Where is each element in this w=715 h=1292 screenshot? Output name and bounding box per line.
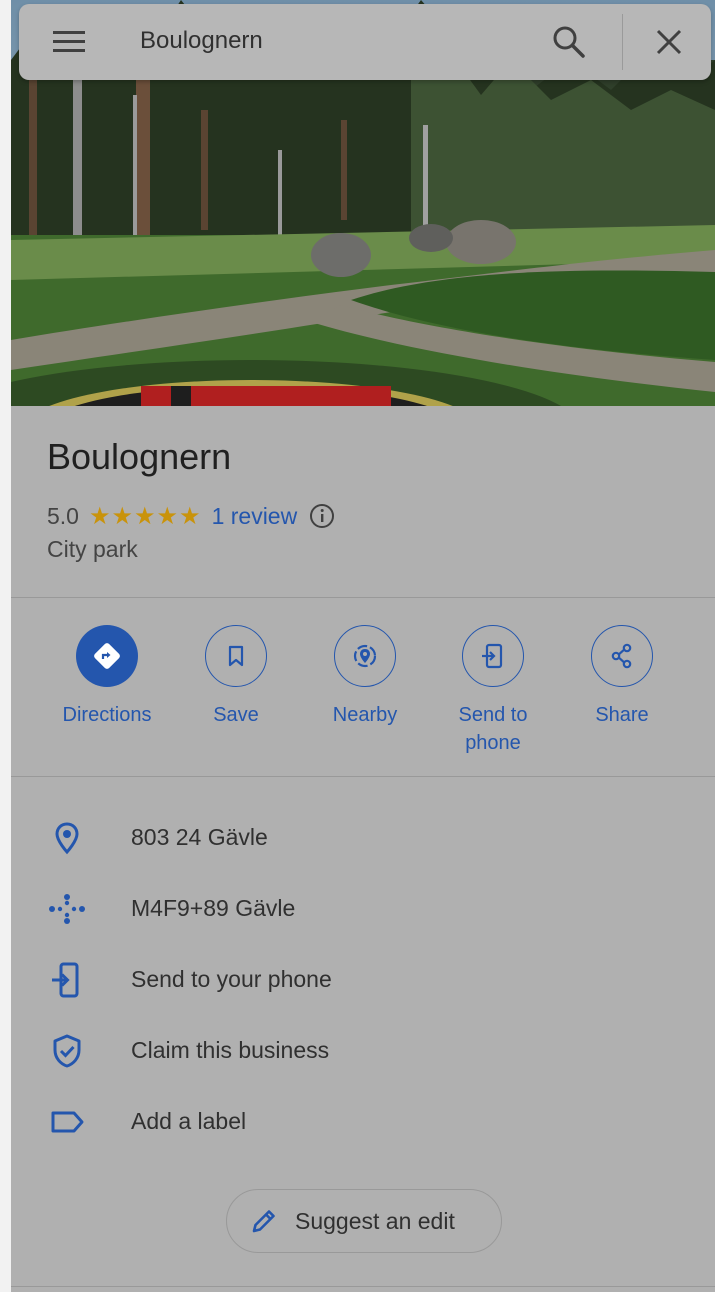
plus-code-text: M4F9+89 Gävle bbox=[131, 895, 296, 921]
address-row[interactable]: 803 24 Gävle bbox=[11, 808, 715, 868]
info-icon[interactable] bbox=[309, 503, 335, 529]
divider bbox=[11, 1286, 715, 1287]
place-panel: Boulognern Boulognern 5.0 ★★★★★ 1 review bbox=[11, 0, 715, 1292]
nearby-button[interactable]: Nearby bbox=[305, 625, 425, 729]
search-bar[interactable]: Boulognern bbox=[19, 4, 711, 80]
rating-value: 5.0 bbox=[47, 502, 79, 529]
share-icon bbox=[591, 625, 653, 687]
place-title: Boulognern bbox=[47, 436, 232, 477]
nearby-label: Nearby bbox=[332, 704, 398, 726]
rating-stars: ★★★★★ bbox=[88, 502, 202, 530]
reviews-link[interactable]: 1 review bbox=[212, 503, 298, 530]
directions-label: Directions bbox=[62, 704, 152, 726]
send-to-phone-label: Send to phone bbox=[458, 704, 528, 754]
rating-row: 5.0 ★★★★★ 1 review bbox=[47, 500, 335, 532]
save-button[interactable]: Save bbox=[176, 625, 296, 729]
bookmark-icon bbox=[205, 625, 267, 687]
close-icon[interactable] bbox=[651, 24, 687, 60]
search-divider bbox=[622, 14, 623, 70]
divider bbox=[11, 597, 715, 598]
add-label-row[interactable]: Add a label bbox=[11, 1092, 715, 1152]
share-label: Share bbox=[595, 704, 649, 726]
nearby-icon bbox=[334, 625, 396, 687]
address-text: 803 24 Gävle bbox=[131, 824, 268, 850]
label-icon bbox=[47, 1102, 87, 1142]
suggest-edit-button[interactable]: Suggest an edit bbox=[226, 1189, 502, 1253]
search-input[interactable]: Boulognern bbox=[140, 24, 263, 58]
directions-button[interactable]: Directions bbox=[47, 625, 167, 729]
plus-code-icon bbox=[47, 889, 87, 929]
menu-icon[interactable] bbox=[51, 26, 87, 58]
send-to-phone-button[interactable]: Send to phone bbox=[433, 625, 553, 757]
search-icon[interactable] bbox=[549, 22, 589, 62]
divider bbox=[11, 776, 715, 777]
location-pin-icon bbox=[47, 818, 87, 858]
shield-check-icon bbox=[47, 1031, 87, 1071]
claim-business-text: Claim this business bbox=[131, 1037, 330, 1063]
action-bar: Directions Save Nearby Send to phone Sha… bbox=[11, 625, 715, 765]
directions-icon bbox=[76, 625, 138, 687]
suggest-edit-label: Suggest an edit bbox=[295, 1207, 455, 1234]
save-label: Save bbox=[213, 704, 259, 726]
send-to-phone-icon bbox=[47, 960, 87, 1000]
send-to-your-phone-row[interactable]: Send to your phone bbox=[11, 950, 715, 1010]
add-label-text: Add a label bbox=[131, 1108, 247, 1134]
send-to-phone-icon bbox=[462, 625, 524, 687]
plus-code-row[interactable]: M4F9+89 Gävle bbox=[11, 879, 715, 939]
share-button[interactable]: Share bbox=[562, 625, 682, 729]
send-to-your-phone-text: Send to your phone bbox=[131, 966, 332, 992]
place-category: City park bbox=[47, 536, 138, 562]
claim-business-row[interactable]: Claim this business bbox=[11, 1021, 715, 1081]
pencil-icon bbox=[249, 1206, 279, 1236]
